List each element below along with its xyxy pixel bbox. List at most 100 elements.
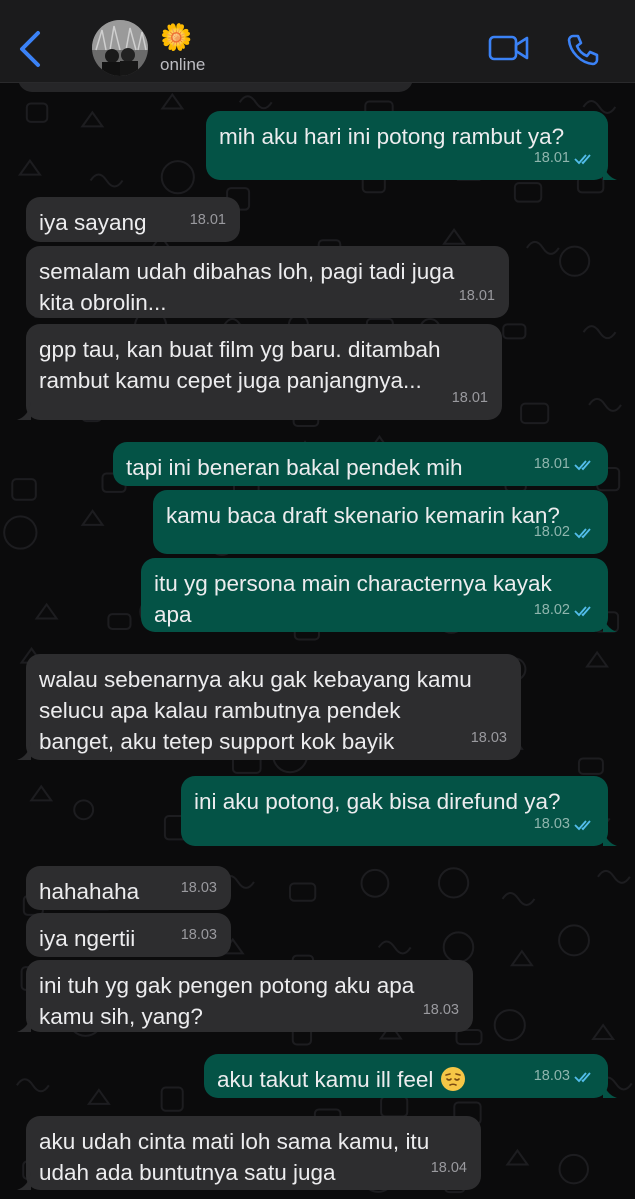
wallpaper-rect (520, 402, 550, 425)
profile-photo (92, 20, 148, 76)
message-meta: 18.03 (471, 723, 507, 754)
message-meta: 18.02 (534, 595, 594, 626)
wallpaper-wave (238, 95, 273, 110)
bubble-tail (603, 614, 617, 632)
wallpaper-wave (597, 869, 631, 884)
phone-icon (567, 34, 599, 66)
message-outgoing[interactable]: ini aku potong, gak bisa direfund ya? 18… (181, 776, 617, 846)
wallpaper-triangle (80, 110, 105, 128)
bubble-tail (603, 162, 617, 180)
wallpaper-circle (360, 868, 390, 898)
wallpaper-rect (455, 1028, 483, 1046)
message-text: ini tuh yg gak pengen potong aku apa kam… (39, 973, 415, 1029)
wallpaper-circle (3, 515, 38, 550)
wallpaper-rect (11, 478, 37, 501)
message-time: 18.01 (451, 390, 488, 406)
wallpaper-circle (493, 1009, 526, 1042)
message-meta: 18.01 (534, 143, 594, 174)
wallpaper-circle (559, 245, 591, 277)
wallpaper-rect (380, 1095, 409, 1118)
message-time: 18.04 (430, 1160, 467, 1176)
chat-header: 🌼 online (0, 0, 635, 83)
message-incoming[interactable]: semalam udah dibahas loh, pagi tadi juga… (26, 246, 509, 318)
message-incoming[interactable]: ini tuh yg gak pengen potong aku apa kam… (17, 960, 473, 1032)
message-meta: 18.04 (431, 1153, 467, 1184)
message-meta: 18.01 (452, 383, 488, 414)
double-check-icon (574, 459, 591, 470)
message-text: aku udah cinta mati loh sama kamu, itu u… (39, 1129, 430, 1185)
message-incoming[interactable]: walau sebenarnya aku gak kebayang kamu s… (17, 654, 521, 760)
wallpaper-rect (502, 323, 527, 340)
message-meta: 18.01 (534, 449, 594, 480)
wallpaper-wave (582, 325, 617, 340)
message-outgoing[interactable]: itu yg persona main characternya kayak a… (141, 558, 617, 632)
contact-name[interactable]: 🌼 (160, 22, 192, 52)
bubble-tail (603, 828, 617, 846)
wallpaper-triangle (34, 602, 59, 620)
wallpaper-triangle (86, 1088, 111, 1105)
message-time: 18.01 (533, 150, 570, 166)
wallpaper-circle (442, 931, 475, 963)
message-meta: 18.03 (423, 995, 459, 1026)
message-incoming[interactable]: hahahaha 18.03 (26, 866, 231, 910)
wallpaper-triangle (17, 158, 42, 176)
wallpaper-triangle (509, 949, 534, 967)
wallpaper-triangle (160, 92, 185, 110)
message-outgoing[interactable]: kamu baca draft skenario kemarin kan? 18… (153, 490, 608, 554)
message-meta: 18.03 (534, 809, 594, 840)
bubble-tail (603, 1080, 617, 1098)
wallpaper-circle (73, 799, 95, 821)
wallpaper-rect (577, 757, 604, 775)
wallpaper-wave (16, 1078, 50, 1093)
bubble-tail (17, 742, 31, 760)
video-call-button[interactable] (488, 33, 530, 63)
wallpaper-triangle (585, 650, 610, 668)
message-time: 18.03 (533, 1068, 570, 1084)
back-button[interactable] (14, 27, 48, 71)
wallpaper-rect (25, 102, 49, 123)
message-time: 18.03 (422, 1002, 459, 1018)
voice-call-button[interactable] (566, 33, 600, 67)
message-meta: 18.02 (534, 517, 594, 548)
wallpaper-wave (501, 891, 536, 906)
contact-status: online (160, 55, 206, 74)
bubble-tail (17, 402, 31, 420)
message-meta: 18.03 (181, 873, 217, 904)
double-check-icon (574, 605, 591, 616)
message-meta: 18.03 (181, 920, 217, 951)
message-text: walau sebenarnya aku gak kebayang kamu s… (39, 667, 472, 754)
message-outgoing[interactable]: aku takut kamu ill feel 18.03 (204, 1054, 617, 1098)
message-outgoing[interactable]: mih aku hari ini potong rambut ya? 18.01 (206, 111, 617, 180)
message-time: 18.02 (533, 524, 570, 540)
message-time: 18.03 (533, 816, 570, 832)
message-incoming[interactable]: iya ngertii 18.03 (26, 913, 231, 957)
message-outgoing[interactable]: tapi ini beneran bakal pendek mih 18.01 (113, 442, 608, 486)
wallpaper-wave (377, 940, 412, 955)
message-time: 18.01 (189, 212, 226, 228)
message-incoming[interactable]: aku udah cinta mati loh sama kamu, itu u… (17, 1116, 481, 1190)
message-time: 18.02 (533, 602, 570, 618)
message-meta: 18.01 (190, 205, 226, 236)
bubble-tail (17, 1172, 31, 1190)
video-camera-icon (488, 35, 529, 61)
message-text: tapi ini beneran bakal pendek mih (126, 455, 463, 480)
message-time: 18.01 (533, 456, 570, 472)
avatar[interactable] (92, 20, 148, 76)
message-text: gpp tau, kan buat film yg baru. ditambah… (39, 337, 441, 393)
message-incoming[interactable]: gpp tau, kan buat film yg baru. ditambah… (17, 324, 502, 420)
message-text-content: aku takut kamu ill feel (217, 1067, 434, 1092)
message-time: 18.03 (470, 730, 507, 746)
double-check-icon (574, 819, 591, 830)
wallpaper-triangle (80, 509, 105, 526)
message-time: 18.03 (180, 927, 217, 943)
message-text: itu yg persona main characternya kayak a… (154, 571, 552, 627)
wallpaper-triangle (591, 1023, 616, 1041)
wallpaper-circle (437, 867, 470, 899)
wallpaper-wave (89, 173, 124, 188)
message-incoming[interactable]: iya sayang 18.01 (26, 197, 240, 242)
wallpaper-wave (526, 240, 560, 255)
message-meta: 18.03 (534, 1061, 594, 1092)
wallpaper-rect (107, 613, 132, 630)
wallpaper-circle (558, 1153, 589, 1185)
wallpaper-wave (588, 397, 622, 412)
